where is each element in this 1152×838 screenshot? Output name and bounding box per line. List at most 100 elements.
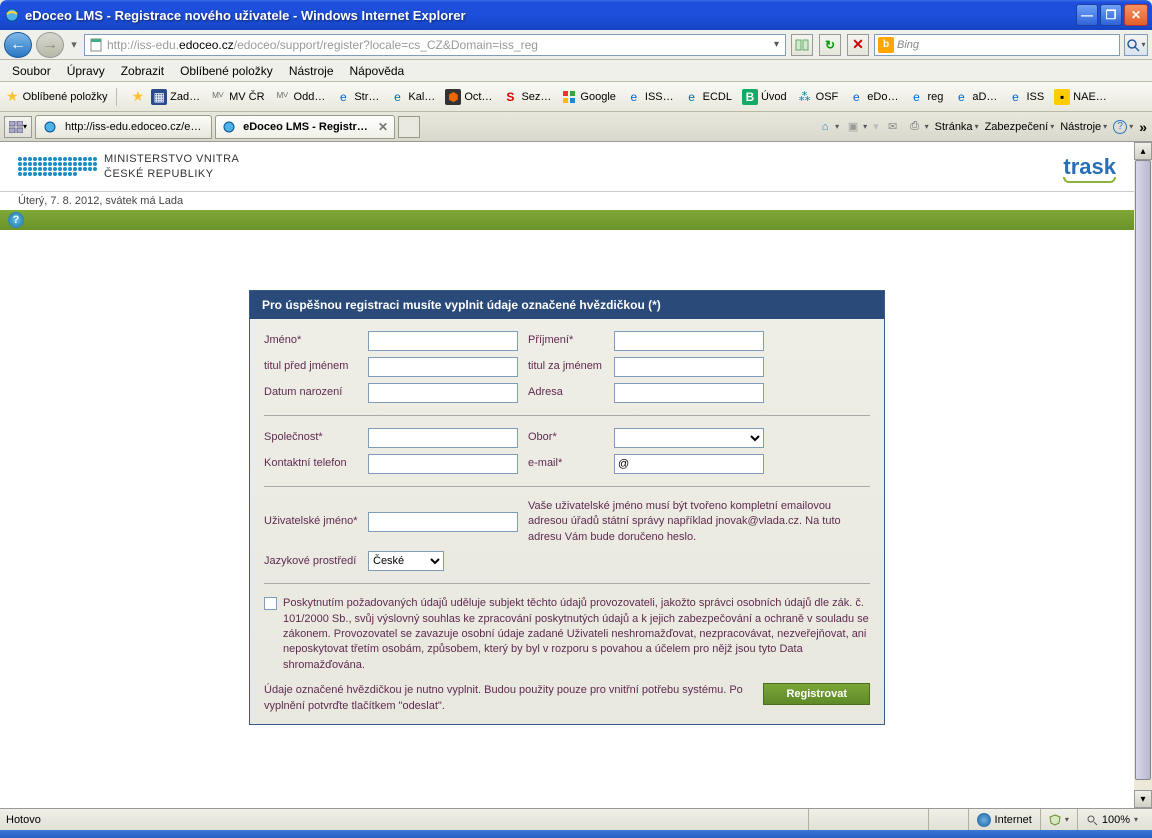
label-spolecnost: Společnost* [264, 431, 358, 444]
home-button[interactable]: ⌂▾ [817, 119, 839, 135]
menu-napoveda[interactable]: Nápověda [342, 61, 413, 81]
username-hint: Vaše uživatelské jméno musí být tvořeno … [528, 499, 870, 545]
search-placeholder: Bing [897, 39, 919, 51]
address-dropdown[interactable]: ▾ [771, 39, 782, 50]
window-title: eDoceo LMS - Registrace nového uživatele… [25, 8, 1076, 23]
protected-mode[interactable]: ▾ [1040, 809, 1077, 830]
fav-uvod[interactable]: BÚvod [739, 87, 790, 107]
ie-icon [4, 7, 20, 23]
register-button[interactable]: Registrovat [763, 683, 870, 705]
form-title: Pro úspěšnou registraci musíte vyplnit ú… [250, 291, 884, 319]
consent-checkbox[interactable] [264, 597, 277, 610]
fav-google[interactable]: Google [558, 87, 618, 107]
close-button[interactable]: ✕ [1124, 4, 1148, 26]
select-jazyk[interactable]: České [368, 551, 444, 571]
label-titul-pred: titul před jménem [264, 360, 358, 373]
fav-edo[interactable]: eeDo… [845, 87, 901, 107]
new-tab-button[interactable] [398, 116, 420, 138]
tools-menu[interactable]: Nástroje▾ [1060, 121, 1107, 133]
feeds-button[interactable]: ▣▾ [845, 119, 867, 135]
tab-close-icon[interactable]: ✕ [378, 120, 388, 134]
quick-tabs-button[interactable]: ▾ [4, 116, 32, 138]
input-datum[interactable] [368, 383, 518, 403]
print-button[interactable]: ⎙▾ [907, 119, 929, 135]
page-menu[interactable]: Stránka▾ [935, 121, 979, 133]
maximize-button[interactable]: ❐ [1100, 4, 1122, 26]
refresh-button[interactable]: ↻ [819, 34, 841, 56]
menu-upravy[interactable]: Úpravy [59, 61, 113, 81]
forward-button[interactable]: → [36, 32, 64, 58]
input-prijmeni[interactable] [614, 331, 764, 351]
ministry-logo-icon: document.write(Array(60).fill('<span></s… [18, 147, 98, 187]
menu-soubor[interactable]: Soubor [4, 61, 59, 81]
search-box[interactable]: b Bing [874, 34, 1120, 56]
label-uzjmeno: Uživatelské jméno* [264, 515, 358, 528]
scroll-up-button[interactable]: ▴ [1134, 142, 1152, 160]
address-bar[interactable]: http://iss-edu.edoceo.cz/edoceo/support/… [84, 34, 786, 56]
ie-page-icon [222, 119, 236, 135]
green-toolbar: ? [0, 210, 1134, 230]
fav-iss[interactable]: eISS… [623, 87, 677, 107]
help-icon[interactable]: ? [8, 212, 24, 228]
input-uzjmeno[interactable] [368, 512, 518, 532]
menu-nastroje[interactable]: Nástroje [281, 61, 342, 81]
input-titul-pred[interactable] [368, 357, 518, 377]
tab-2-active[interactable]: eDoceo LMS - Registrace … ✕ [215, 115, 395, 139]
zoom-control[interactable]: 100% ▾ [1077, 809, 1146, 830]
label-telefon: Kontaktní telefon [264, 457, 358, 470]
page-icon [88, 37, 104, 53]
registration-form: Pro úspěšnou registraci musíte vyplnit ú… [249, 290, 885, 725]
globe-icon [977, 813, 991, 827]
input-jmeno[interactable] [368, 331, 518, 351]
url-text[interactable]: http://iss-edu.edoceo.cz/edoceo/support/… [107, 38, 771, 52]
fav-odd[interactable]: ᴹⱽOdd… [272, 87, 329, 107]
page-content: ▴ ▾ document.write(Array(60).fill('<span… [0, 142, 1152, 808]
scroll-down-button[interactable]: ▾ [1134, 790, 1152, 808]
fav-zad[interactable]: ▦Zad… [148, 87, 203, 107]
fav-mvcr[interactable]: ᴹⱽMV ČR [207, 87, 267, 107]
favorites-bar: ★ Oblíbené položky ★ ▦Zad… ᴹⱽMV ČR ᴹⱽOdd… [0, 82, 1152, 112]
bing-icon: b [878, 37, 894, 53]
favorites-label[interactable]: Oblíbené položky [23, 91, 108, 103]
fav-kal[interactable]: eKal… [386, 87, 438, 107]
input-spolecnost[interactable] [368, 428, 518, 448]
scroll-thumb[interactable] [1135, 160, 1151, 780]
fav-ad[interactable]: eaD… [950, 87, 1000, 107]
menu-oblibene[interactable]: Oblíbené položky [172, 61, 281, 81]
input-email[interactable] [614, 454, 764, 474]
fav-osf[interactable]: ⁂OSF [794, 87, 842, 107]
help-button[interactable]: ?▾ [1113, 120, 1133, 134]
fav-iss2[interactable]: eISS [1004, 87, 1047, 107]
back-button[interactable]: ← [4, 32, 32, 58]
ie-page-icon [42, 119, 58, 135]
fav-oct[interactable]: ⬢Oct… [442, 87, 495, 107]
menu-zobrazit[interactable]: Zobrazit [113, 61, 172, 81]
favorites-star-icon[interactable]: ★ [6, 88, 19, 105]
label-obor: Obor* [528, 431, 604, 444]
fav-nae[interactable]: ▪NAE… [1051, 87, 1110, 107]
fav-str[interactable]: eStr… [332, 87, 382, 107]
stop-button[interactable]: ✕ [847, 34, 869, 56]
fav-ecdl[interactable]: eECDL [681, 87, 735, 107]
label-datum: Datum narození [264, 386, 358, 399]
read-mail-button[interactable]: ✉ [885, 119, 901, 135]
windows-taskbar[interactable] [0, 830, 1152, 838]
minimize-button[interactable]: — [1076, 4, 1098, 26]
compat-view-button[interactable] [791, 34, 813, 56]
fav-reg[interactable]: ereg [905, 87, 946, 107]
add-favorite-icon[interactable]: ★ [132, 88, 145, 105]
vertical-scrollbar[interactable]: ▴ ▾ [1134, 142, 1152, 808]
label-jmeno: Jméno* [264, 334, 358, 347]
fav-sez[interactable]: SSez… [499, 87, 554, 107]
tab-1[interactable]: http://iss-edu.edoceo.cz/ed… [35, 115, 212, 139]
status-zone[interactable]: Internet [968, 809, 1040, 830]
safety-menu[interactable]: Zabezpečení▾ [985, 121, 1055, 133]
nav-history-dropdown[interactable]: ▾ [68, 38, 80, 51]
select-obor[interactable] [614, 428, 764, 448]
ministry-text: MINISTERSTVO VNITRA ČESKÉ REPUBLIKY [104, 152, 239, 181]
input-telefon[interactable] [368, 454, 518, 474]
input-adresa[interactable] [614, 383, 764, 403]
search-go-button[interactable]: ▾ [1124, 34, 1148, 56]
toolbar-overflow[interactable]: » [1139, 119, 1148, 135]
input-titul-za[interactable] [614, 357, 764, 377]
